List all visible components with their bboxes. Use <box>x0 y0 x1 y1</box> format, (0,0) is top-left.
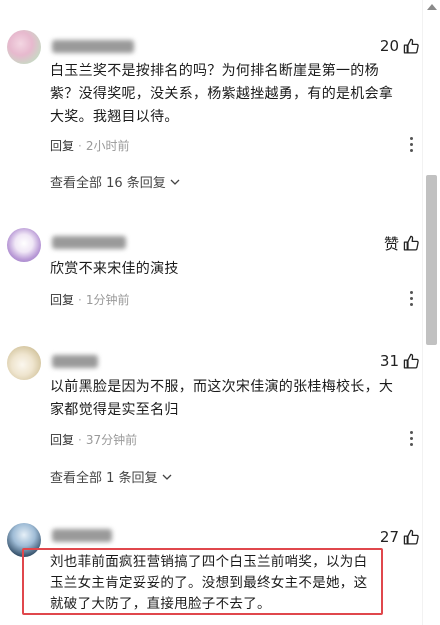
more-options-icon[interactable] <box>402 289 420 307</box>
avatar[interactable] <box>7 30 41 64</box>
username-blurred[interactable] <box>52 529 112 542</box>
like-button[interactable]: 赞 <box>384 233 420 254</box>
like-count: 20 <box>379 37 399 55</box>
view-replies-label: 查看全部 16 条回复 <box>50 176 166 191</box>
username-blurred[interactable] <box>52 236 126 249</box>
comment-time: 2小时前 <box>85 139 130 153</box>
scrollbar[interactable] <box>422 0 440 625</box>
comment-meta: 回复 · 37分钟前 <box>50 431 137 448</box>
like-count: 31 <box>379 352 399 370</box>
like-count: 27 <box>379 528 399 546</box>
scroll-thumb[interactable] <box>426 175 437 345</box>
more-options-icon[interactable] <box>402 429 420 447</box>
reply-button[interactable]: 回复 <box>50 137 74 154</box>
separator-dot: · <box>78 292 82 307</box>
chevron-down-icon <box>162 474 172 480</box>
comment-text: 白玉兰奖不是按排名的吗？为何排名断崖是第一的杨紫？没得奖呢，没关系，杨紫越挫越勇… <box>50 63 394 125</box>
username-blurred[interactable] <box>52 355 98 368</box>
view-replies-label: 查看全部 1 条回复 <box>50 471 158 486</box>
like-button[interactable]: 20 <box>380 37 420 55</box>
more-options-icon[interactable] <box>402 135 420 153</box>
comment-time: 37分钟前 <box>85 433 138 447</box>
reply-button[interactable]: 回复 <box>50 431 74 448</box>
view-replies-link[interactable]: 查看全部 16 条回复 <box>50 172 180 191</box>
highlight-box <box>22 548 383 615</box>
reply-button[interactable]: 回复 <box>50 291 74 308</box>
thumbs-up-icon <box>403 235 419 251</box>
comment-meta: 回复 · 1分钟前 <box>50 291 129 308</box>
view-replies-link[interactable]: 查看全部 1 条回复 <box>50 467 172 486</box>
comment-page: 20 白玉兰奖不是按排名的吗？为何排名断崖是第一的杨紫？没得奖呢，没关系，杨紫越… <box>0 0 440 625</box>
like-button[interactable]: 31 <box>380 352 420 370</box>
comment-meta: 回复 · 2小时前 <box>50 137 129 154</box>
username-blurred[interactable] <box>52 40 134 53</box>
avatar[interactable] <box>7 228 41 262</box>
chevron-down-icon <box>170 179 180 185</box>
thumbs-up-icon <box>403 529 419 545</box>
thumbs-up-icon <box>403 353 419 369</box>
comment-time: 1分钟前 <box>85 293 130 307</box>
scroll-up-arrow-icon[interactable] <box>427 4 437 10</box>
comment-text: 以前黑脸是因为不服，而这次宋佳演的张桂梅校长，大家都觉得是实至名归 <box>50 379 394 418</box>
like-count: 赞 <box>383 235 399 253</box>
comment-text: 欣赏不来宋佳的演技 <box>50 261 179 277</box>
like-button[interactable]: 27 <box>380 528 420 546</box>
separator-dot: · <box>78 138 82 153</box>
avatar[interactable] <box>7 346 41 380</box>
separator-dot: · <box>78 432 82 447</box>
thumbs-up-icon <box>403 38 419 54</box>
